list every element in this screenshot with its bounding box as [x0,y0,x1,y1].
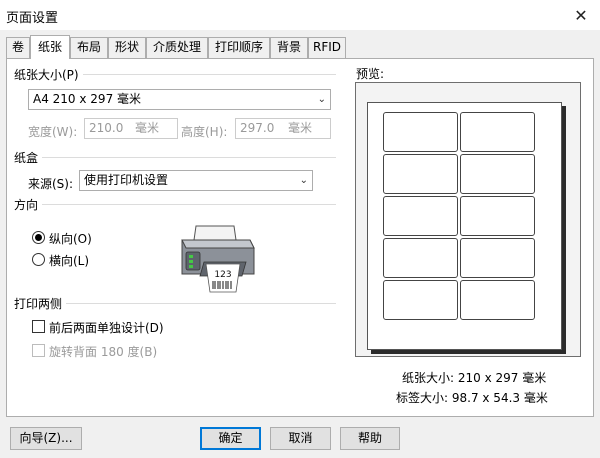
preview-label-cell [383,112,458,152]
tab-media-handling[interactable]: 介质处理 [146,37,208,58]
wizard-button[interactable]: 向导(Z)... [10,427,82,450]
source-value: 使用打印机设置 [84,173,169,187]
tab-label: RFID [312,40,342,54]
preview-paper [367,102,562,350]
height-label: 高度(H): [181,125,228,139]
printer-label-text: 123 [214,270,231,280]
checkbox-disabled-icon [32,344,45,357]
preview-label-cell [460,196,535,236]
preview-label-cell [383,154,458,194]
group-divider [18,157,336,158]
preview-paper-size: 纸张大小: 210 x 297 毫米 [402,371,547,385]
duplex-group-label: 打印两侧 [14,295,67,312]
title-bar: 页面设置 ✕ [0,0,600,30]
orientation-group-label: 方向 [14,196,43,213]
preview-label-cell [383,238,458,278]
tab-label: 纸张 [37,40,62,54]
tab-shape[interactable]: 形状 [108,37,146,58]
printer-icon: 123 [181,225,255,293]
radio-selected-icon [32,231,45,244]
portrait-label: 纵向(O) [49,232,92,246]
tab-label: 卷 [11,40,24,54]
width-unit: 毫米 [135,121,160,135]
radio-unselected-icon [32,253,45,266]
close-button[interactable]: ✕ [566,2,596,28]
landscape-radio[interactable]: 横向(L) [32,252,112,268]
chevron-down-icon: ⌄ [317,94,326,105]
paper-size-value: A4 210 x 297 毫米 [33,92,142,106]
paper-size-select[interactable]: A4 210 x 297 毫米 ⌄ [28,89,331,110]
rotate-back-label: 旋转背面 180 度(B) [49,345,158,359]
source-select[interactable]: 使用打印机设置 ⌄ [79,170,313,191]
tab-label: 背景 [276,40,301,54]
tab-background[interactable]: 背景 [270,37,308,58]
preview-label-cell [460,280,535,320]
tab-label: 打印顺序 [214,40,263,54]
preview-label: 预览: [356,67,385,81]
checkbox-unchecked-icon [32,320,45,333]
width-label: 宽度(W): [28,125,78,139]
close-icon: ✕ [574,5,588,25]
tab-label: 介质处理 [152,40,201,54]
chevron-down-icon: ⌄ [299,175,308,186]
tab-layout[interactable]: 布局 [70,37,108,58]
preview-label-cell [460,238,535,278]
group-divider [18,204,336,205]
height-input[interactable]: 297.0 毫米 [235,118,331,139]
landscape-label: 横向(L) [49,254,90,268]
source-label: 来源(S): [28,177,74,191]
tab-print-order[interactable]: 打印顺序 [208,37,270,58]
tab-volume[interactable]: 卷 [6,37,30,58]
width-input[interactable]: 210.0 毫米 [84,118,178,139]
paper-size-group-label: 纸张大小(P) [14,66,83,83]
preview-label-cell [460,154,535,194]
tab-label: 布局 [76,40,101,54]
preview-label-size: 标签大小: 98.7 x 54.3 毫米 [396,391,548,405]
tab-paper[interactable]: 纸张 [30,35,70,59]
portrait-radio[interactable]: 纵向(O) [32,230,112,246]
tray-group-label: 纸盒 [14,149,43,166]
cancel-button[interactable]: 取消 [270,427,331,450]
separate-design-label: 前后两面单独设计(D) [49,321,164,335]
preview-label-cell [460,112,535,152]
preview-label-cell [383,196,458,236]
tab-label: 形状 [114,40,139,54]
window-title: 页面设置 [6,11,59,26]
rotate-back-checkbox[interactable]: 旋转背面 180 度(B) [32,343,182,359]
height-value: 297.0 [240,121,275,135]
ok-button[interactable]: 确定 [200,427,261,450]
preview-area [355,82,581,357]
width-value: 210.0 [89,121,124,135]
separate-design-checkbox[interactable]: 前后两面单独设计(D) [32,319,182,335]
height-unit: 毫米 [288,121,313,135]
help-button[interactable]: 帮助 [340,427,400,450]
tab-rfid[interactable]: RFID [308,37,346,58]
preview-label-cell [383,280,458,320]
